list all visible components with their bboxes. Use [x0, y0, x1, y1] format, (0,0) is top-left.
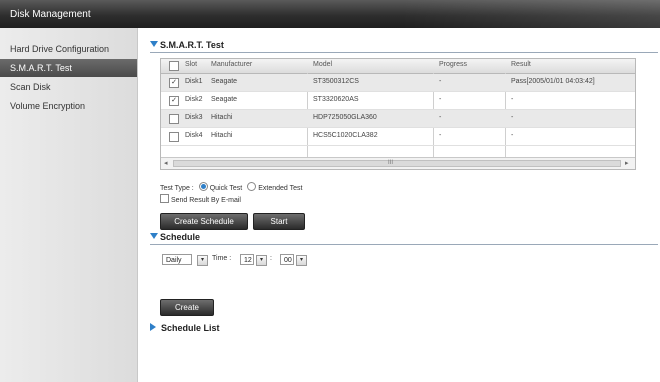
section-divider: [150, 244, 658, 245]
cell-progress: -: [439, 96, 442, 103]
schedule-list-title: Schedule List: [161, 323, 220, 333]
cell-result: -: [511, 132, 514, 139]
frequency-dropdown-icon[interactable]: ▾: [197, 255, 208, 266]
create-button[interactable]: Create: [160, 299, 214, 316]
title-bar: Disk Management: [0, 0, 660, 28]
scrollbar-grip: III: [388, 160, 394, 166]
cell-model: ST3500312CS: [313, 78, 359, 85]
frequency-select[interactable]: Daily: [162, 254, 192, 265]
cell-model: ST3320620AS: [313, 96, 359, 103]
schedule-list-header[interactable]: Schedule List: [150, 323, 220, 333]
row-checkbox[interactable]: ✓: [169, 78, 179, 88]
extended-test-label[interactable]: Extended Test: [258, 185, 302, 192]
schedule-section-header[interactable]: Schedule: [150, 232, 200, 242]
column-header-slot[interactable]: Slot: [185, 61, 197, 68]
sidebar-item-scan-disk[interactable]: Scan Disk: [0, 78, 137, 96]
cell-slot: Disk3: [185, 114, 203, 121]
cell-progress: -: [439, 78, 442, 85]
table-row[interactable]: Disk4 Hitachi HCS5C1020CLA382 - -: [161, 128, 635, 146]
select-all-checkbox[interactable]: [169, 61, 179, 71]
sidebar-item-hard-drive-configuration[interactable]: Hard Drive Configuration: [0, 40, 137, 58]
horizontal-scrollbar[interactable]: ◂ III ▸: [161, 157, 635, 169]
sidebar-item-volume-encryption[interactable]: Volume Encryption: [0, 97, 137, 115]
cell-progress: -: [439, 132, 442, 139]
expand-triangle-icon: [150, 323, 156, 331]
cell-result: -: [511, 114, 514, 121]
create-schedule-button[interactable]: Create Schedule: [160, 213, 248, 230]
cell-result: -: [511, 96, 514, 103]
column-header-manufacturer[interactable]: Manufacturer: [211, 61, 252, 68]
cell-slot: Disk1: [185, 78, 203, 85]
smart-section-header[interactable]: S.M.A.R.T. Test: [150, 40, 224, 50]
cell-slot: Disk4: [185, 132, 203, 139]
test-type-group: Test Type : Quick Test Extended Test: [160, 182, 302, 192]
collapse-triangle-icon: [150, 41, 158, 47]
cell-result: Pass[2005/01/01 04:03:42]: [511, 78, 595, 85]
row-checkbox[interactable]: ✓: [169, 96, 179, 106]
time-label: Time :: [212, 255, 232, 262]
sidebar-item-smart-test[interactable]: S.M.A.R.T. Test: [0, 59, 137, 77]
table-row[interactable]: Disk3 Hitachi HDP725050GLA360 - -: [161, 110, 635, 128]
title-bar-highlight: [400, 0, 660, 28]
table-row[interactable]: ✓ Disk2 Seagate ST3320620AS - -: [161, 92, 635, 110]
cell-manufacturer: Seagate: [211, 78, 238, 85]
scroll-left-arrow-icon[interactable]: ◂: [164, 159, 168, 167]
quick-test-label[interactable]: Quick Test: [210, 185, 243, 192]
row-checkbox[interactable]: [169, 114, 179, 124]
time-separator: :: [270, 255, 272, 262]
cell-model: HCS5C1020CLA382: [313, 132, 378, 139]
quick-test-radio[interactable]: [198, 182, 208, 191]
scroll-right-arrow-icon[interactable]: ▸: [625, 159, 629, 167]
column-header-progress[interactable]: Progress: [439, 61, 467, 68]
sidebar: Hard Drive Configuration S.M.A.R.T. Test…: [0, 28, 138, 382]
minute-dropdown-icon[interactable]: ▾: [296, 255, 307, 266]
table-header: Slot Manufacturer Model Progress Result: [161, 59, 635, 74]
smart-disk-table: Slot Manufacturer Model Progress Result …: [160, 58, 636, 170]
start-button[interactable]: Start: [253, 213, 305, 230]
schedule-section-title: Schedule: [160, 232, 201, 242]
cell-manufacturer: Hitachi: [211, 132, 233, 139]
row-checkbox[interactable]: [169, 132, 179, 142]
hour-select[interactable]: 12: [240, 254, 254, 265]
cell-progress: -: [439, 114, 442, 121]
send-result-group: Send Result By E-mail: [160, 194, 241, 204]
column-header-model[interactable]: Model: [313, 61, 332, 68]
scrollbar-thumb[interactable]: III: [173, 160, 621, 167]
send-result-label[interactable]: Send Result By E-mail: [171, 197, 241, 204]
cell-manufacturer: Seagate: [211, 96, 238, 103]
section-divider: [150, 52, 658, 53]
extended-test-radio[interactable]: [247, 182, 257, 191]
collapse-triangle-icon: [150, 233, 158, 239]
window-title: Disk Management: [10, 9, 91, 20]
test-type-label: Test Type :: [160, 185, 194, 192]
minute-select[interactable]: 00: [280, 254, 294, 265]
send-result-checkbox[interactable]: [160, 194, 169, 203]
cell-model: HDP725050GLA360: [313, 114, 377, 121]
cell-slot: Disk2: [185, 96, 203, 103]
smart-section-title: S.M.A.R.T. Test: [160, 40, 224, 50]
cell-manufacturer: Hitachi: [211, 114, 233, 121]
column-header-result[interactable]: Result: [511, 61, 531, 68]
hour-dropdown-icon[interactable]: ▾: [256, 255, 267, 266]
table-row[interactable]: ✓ Disk1 Seagate ST3500312CS - Pass[2005/…: [161, 74, 635, 92]
